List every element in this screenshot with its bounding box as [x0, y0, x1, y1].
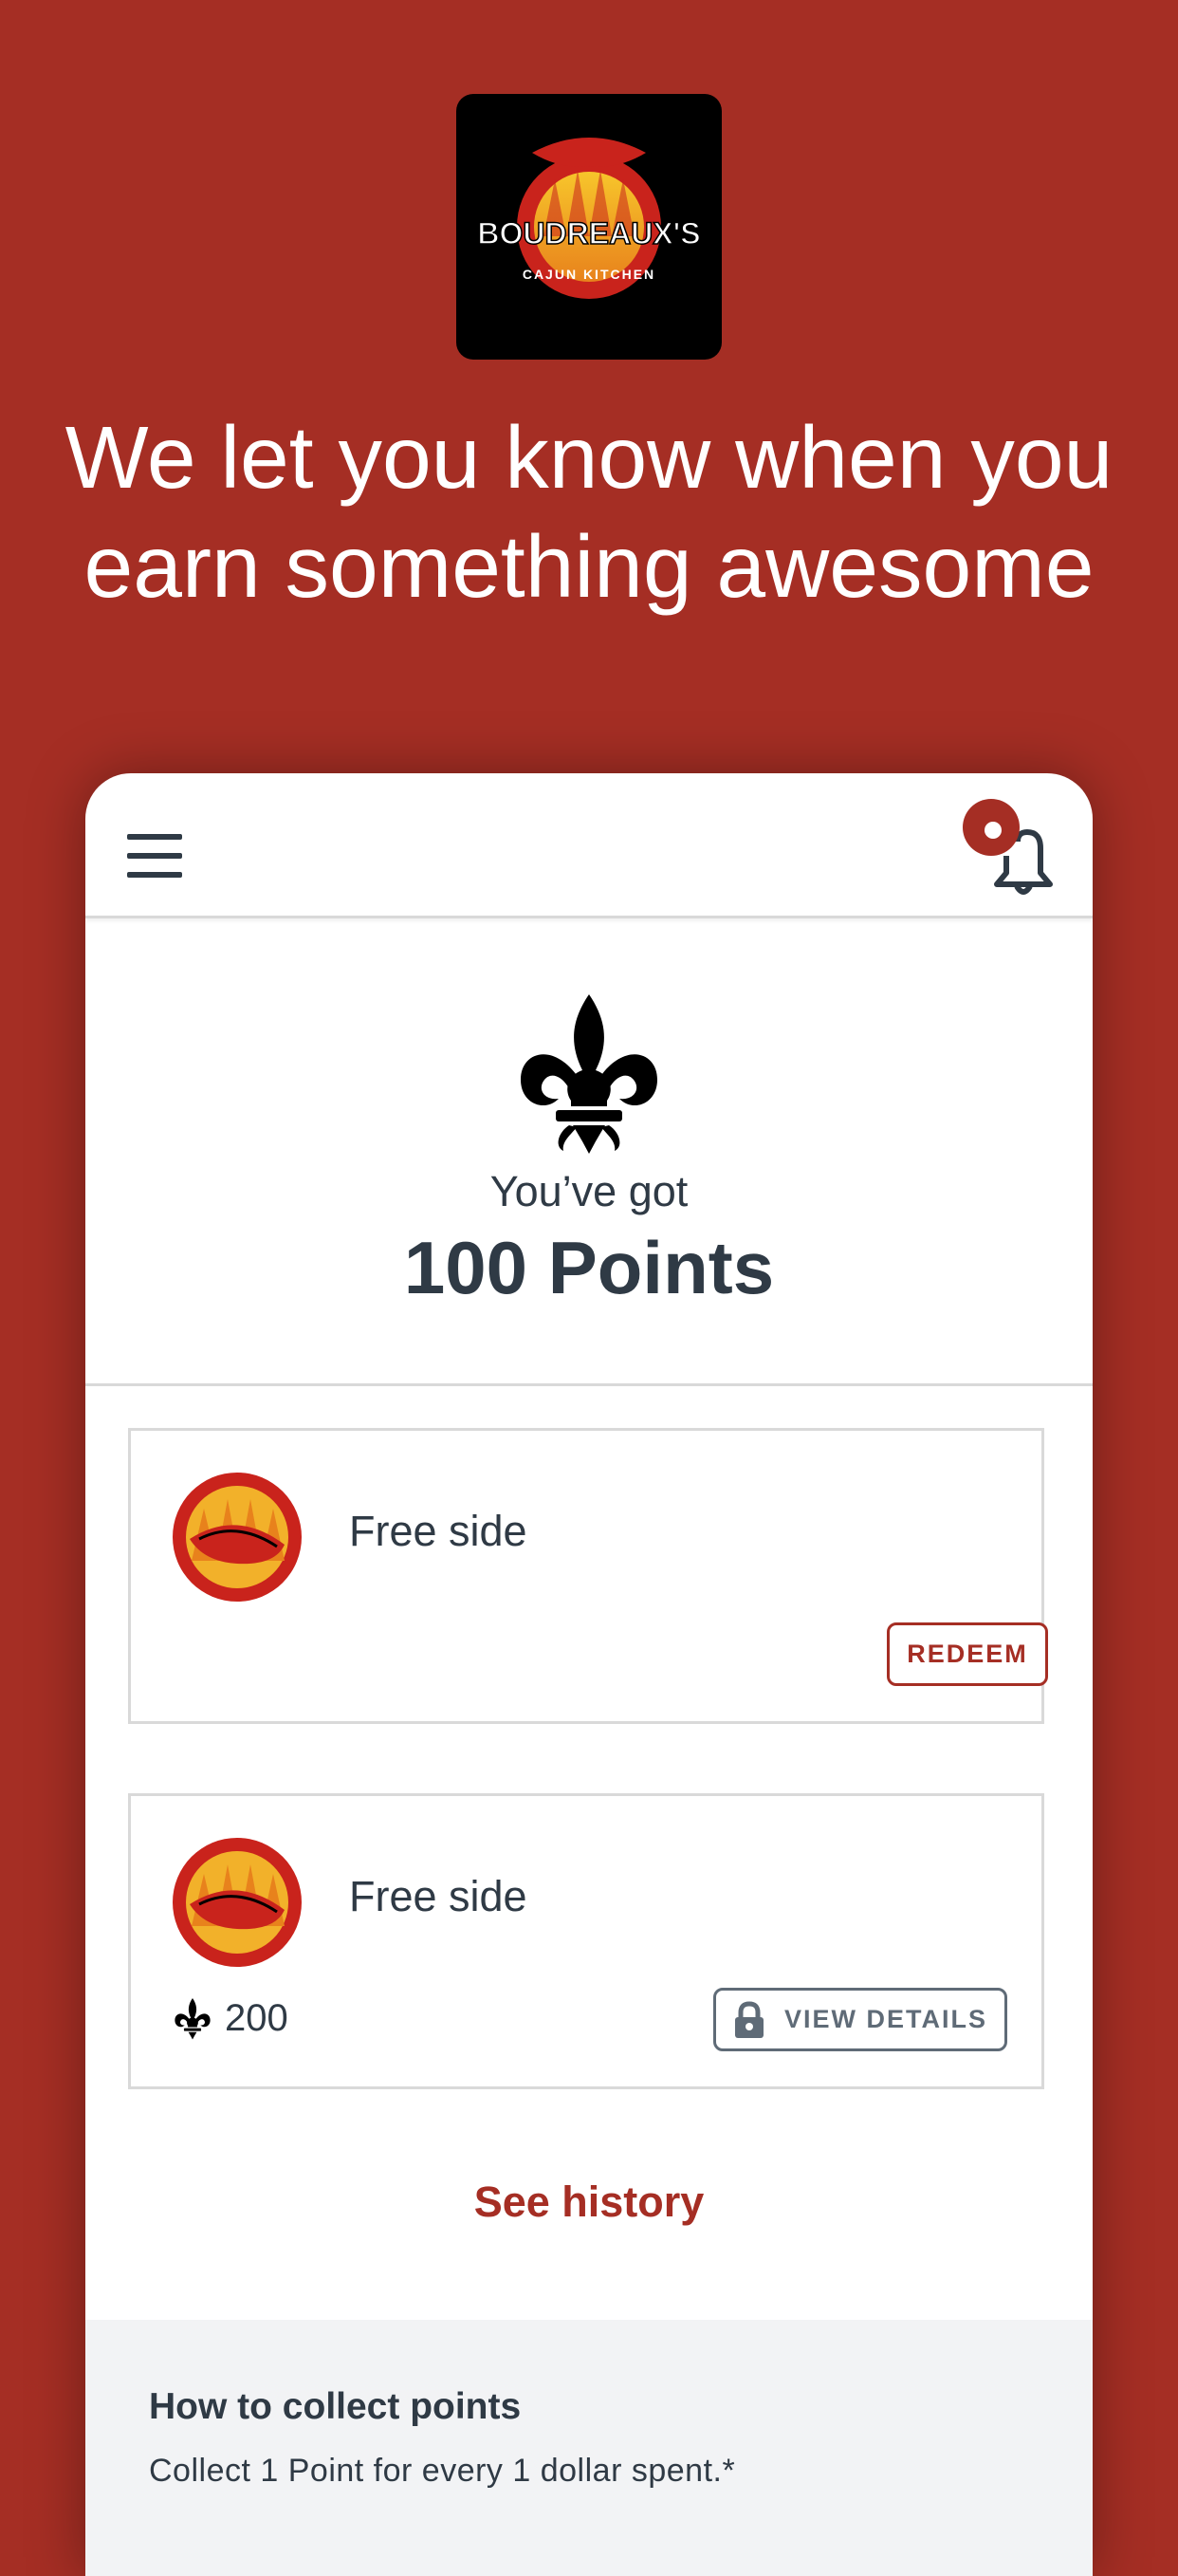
reward-card[interactable]: Free side REDEEM [128, 1428, 1048, 1724]
reward-card[interactable]: Free side 200 VIEW DETAILS [128, 1793, 1044, 2089]
fleur-de-lis-icon [175, 1997, 211, 2039]
bell-icon[interactable] [963, 799, 1067, 903]
fleur-de-lis-icon [521, 994, 657, 1154]
hamburger-menu-icon[interactable] [127, 832, 184, 880]
reward-cost: 200 [174, 1997, 288, 2040]
collect-points-section: How to collect points Collect 1 Point fo… [85, 2320, 1093, 2576]
reward-cost-value: 200 [225, 1997, 288, 2039]
redeem-button[interactable]: REDEEM [887, 1622, 1048, 1686]
view-details-label: VIEW DETAILS [783, 2005, 987, 2033]
logo-tagline: CAJUN KITCHEN [523, 267, 655, 282]
reward-title: Free side [349, 1872, 527, 1920]
app-top-bar [85, 773, 1093, 918]
points-summary: You’ve got 100 Points [85, 918, 1093, 1386]
reward-title: Free side [349, 1507, 527, 1555]
reward-logo-icon [173, 1838, 302, 1967]
lock-icon [734, 2000, 764, 2038]
collect-text: Collect 1 Point for every 1 dollar spent… [149, 2453, 736, 2489]
logo-wordmark: BOUDREAUX'S [477, 216, 700, 250]
reward-logo-icon [173, 1473, 302, 1602]
app-preview: You’ve got 100 Points Free side REDEEM F… [85, 773, 1093, 2576]
points-label: You’ve got [489, 1167, 689, 1215]
brand-logo: BOUDREAUX'S CAJUN KITCHEN [456, 94, 722, 360]
collect-heading: How to collect points [149, 2386, 522, 2427]
points-value: 100 Points [403, 1226, 775, 1309]
promo-headline: We let you know when you earn something … [64, 408, 1114, 616]
see-history-link[interactable]: See history [85, 2178, 1093, 2227]
view-details-button[interactable]: VIEW DETAILS [713, 1988, 1007, 2051]
